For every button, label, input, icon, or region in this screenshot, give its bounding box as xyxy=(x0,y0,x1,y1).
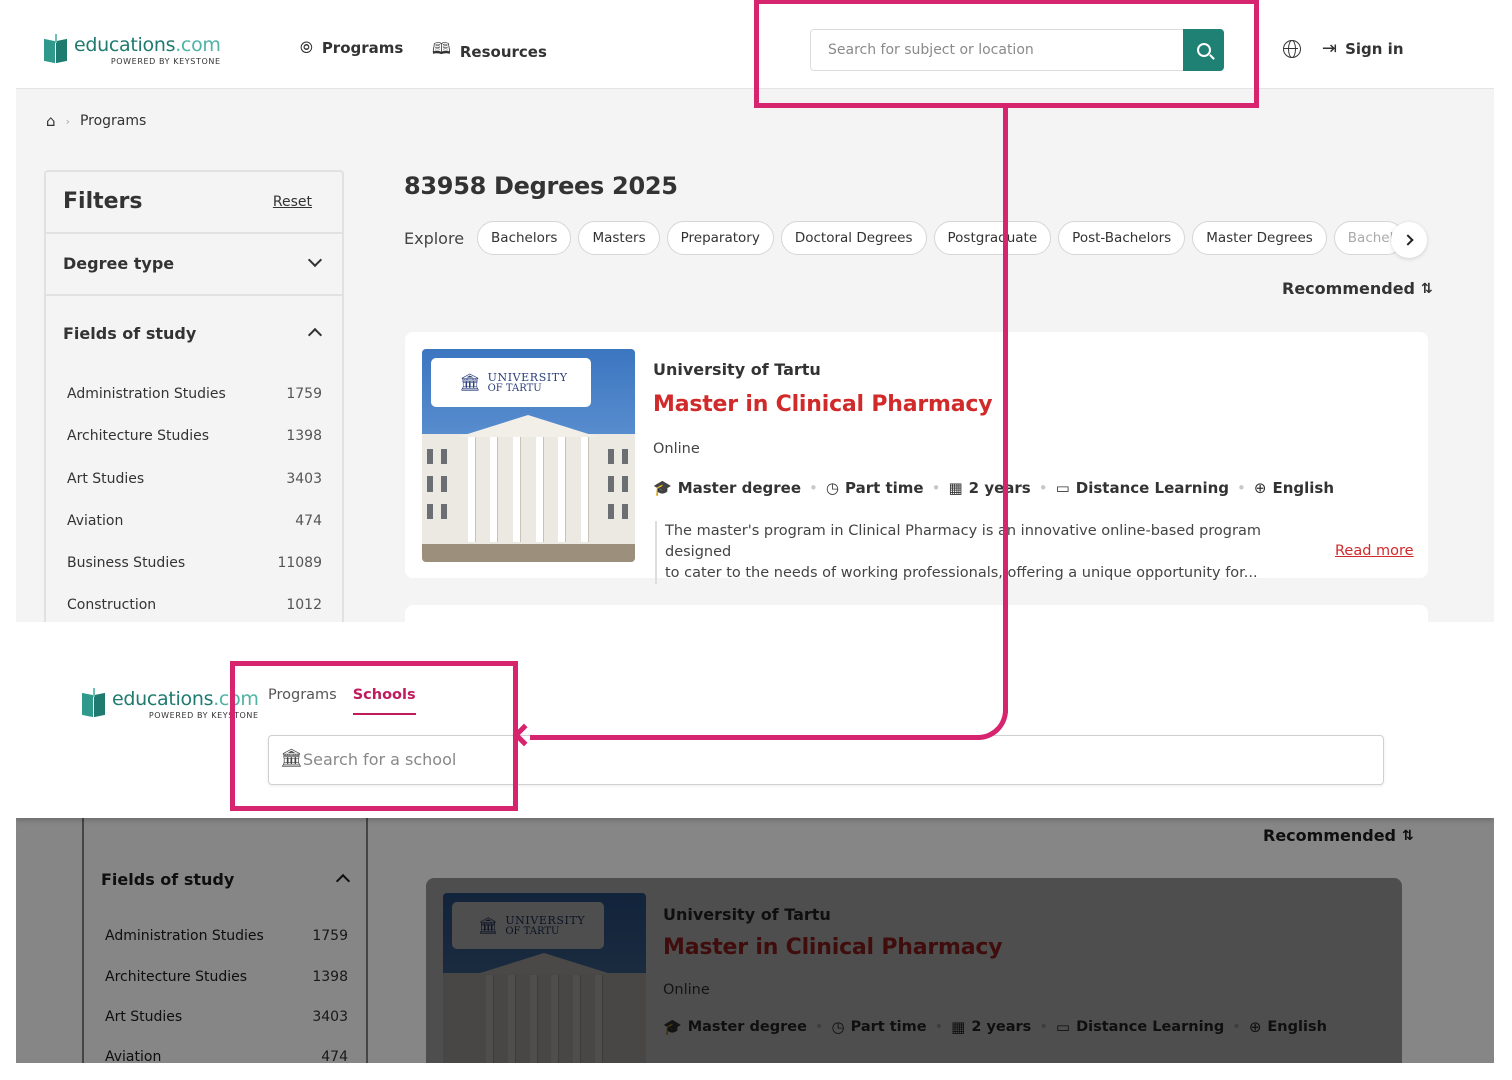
annotation-connector-horizontal xyxy=(530,735,980,740)
graduation-cap-icon: 🎓 xyxy=(653,479,672,497)
breadcrumb-current[interactable]: Programs xyxy=(80,113,146,129)
chip-post-bachelors[interactable]: Post-Bachelors xyxy=(1058,221,1186,255)
field-name: Business Studies xyxy=(67,555,186,571)
program-title[interactable]: Master in Clinical Pharmacy xyxy=(653,392,993,417)
site-logo[interactable]: educations.com POWERED BY KEYSTONE xyxy=(44,34,221,66)
field-item[interactable]: Aviation 474 xyxy=(67,513,322,529)
field-count: 1012 xyxy=(286,597,322,613)
field-item[interactable]: Administration Studies 1759 xyxy=(67,386,322,402)
sort-label: Recommended xyxy=(1282,279,1415,298)
meta-format: Distance Learning xyxy=(1075,479,1230,497)
sign-in-label: Sign in xyxy=(1345,39,1404,58)
page-dim-overlay xyxy=(16,818,1494,1063)
program-card[interactable]: 🏛 UNIVERSITY OF TARTU University of Tart… xyxy=(405,332,1428,584)
field-count: 3403 xyxy=(286,471,322,487)
program-meta: 🎓 Master degree • ◷ Part time • ▦ 2 years •… xyxy=(653,479,1335,497)
program-description: The master's program in Clinical Pharmac… xyxy=(655,521,1315,584)
description-line: to cater to the needs of working profess… xyxy=(665,565,1258,581)
annotation-highlight-school-search xyxy=(230,661,518,811)
field-name: Construction xyxy=(67,597,157,613)
sort-dropdown[interactable]: Recommended ⇅ xyxy=(1282,279,1433,298)
meta-language: English xyxy=(1272,479,1335,497)
filters-title: Filters xyxy=(63,189,143,214)
nav-resources[interactable]: 🕮 Resources xyxy=(432,38,547,65)
fields-of-study-section: Fields of study Administration Studies 17… xyxy=(46,296,342,622)
chip-masters[interactable]: Masters xyxy=(578,221,660,255)
chevron-up-icon[interactable] xyxy=(307,327,323,343)
home-icon[interactable]: ⌂ xyxy=(46,112,56,130)
nav-programs-label: Programs xyxy=(321,39,404,57)
field-name: Art Studies xyxy=(67,471,145,487)
sort-icon: ⇅ xyxy=(1421,280,1433,297)
field-count: 1398 xyxy=(286,428,322,444)
globe-icon[interactable] xyxy=(1283,40,1301,58)
logo-name: educations xyxy=(74,34,176,56)
explore-chips: Explore Bachelors Masters Preparatory Do… xyxy=(404,221,1411,255)
field-count: 474 xyxy=(295,513,322,529)
university-name[interactable]: University of Tartu xyxy=(653,360,821,379)
nav-resources-label: Resources xyxy=(459,42,547,61)
chip-doctoral-degrees[interactable]: Doctoral Degrees xyxy=(780,221,927,255)
field-count: 11089 xyxy=(277,555,322,571)
read-more-link[interactable]: Read more xyxy=(1335,543,1414,559)
nav-programs[interactable]: ⦾ Programs xyxy=(300,38,403,58)
field-item[interactable]: Construction 1012 xyxy=(67,597,322,613)
logo-tld: .com xyxy=(175,34,221,56)
degree-type-label: Degree type xyxy=(63,254,175,273)
devices-icon: ▭ xyxy=(1055,479,1070,497)
university-photo: 🏛 UNIVERSITY OF TARTU xyxy=(422,349,635,562)
field-item[interactable]: Architecture Studies 1398 xyxy=(67,428,322,444)
logo-tagline: POWERED BY KEYSTONE xyxy=(110,57,221,66)
annotation-connector-vertical xyxy=(1003,105,1008,713)
book-logo-icon xyxy=(82,688,106,718)
sign-in-icon: ⇥ xyxy=(1322,38,1338,59)
calendar-icon: ▦ xyxy=(948,479,963,497)
breadcrumb: ⌂ › Programs xyxy=(46,112,146,130)
chip-master-degrees[interactable]: Master Degrees xyxy=(1192,221,1327,255)
meta-degree: Master degree xyxy=(677,479,802,497)
field-item[interactable]: Art Studies 3403 xyxy=(67,471,322,487)
university-building-icon: 🏛 xyxy=(459,372,481,393)
field-name: Aviation xyxy=(67,513,124,529)
logo-line-2: OF TARTU xyxy=(487,382,542,394)
logo-name: educations xyxy=(112,688,214,710)
meta-duration: 2 years xyxy=(968,479,1031,497)
field-name: Architecture Studies xyxy=(67,428,210,444)
filters-reset-link[interactable]: Reset xyxy=(273,194,312,210)
field-count: 1759 xyxy=(286,386,322,402)
program-mode: Online xyxy=(653,441,700,457)
explore-label: Explore xyxy=(404,228,465,248)
chip-preparatory[interactable]: Preparatory xyxy=(666,221,774,255)
chip-postgraduate[interactable]: Postgraduate xyxy=(933,221,1052,255)
chips-next-button[interactable] xyxy=(1391,222,1427,258)
chevron-down-icon xyxy=(307,252,323,268)
program-card-next[interactable] xyxy=(405,605,1428,622)
breadcrumb-separator-icon: › xyxy=(65,114,70,128)
globe-icon: ⊕ xyxy=(1253,479,1267,497)
description-line: The master's program in Clinical Pharmac… xyxy=(665,523,1261,560)
annotation-highlight-header-search xyxy=(754,0,1259,108)
book-logo-icon xyxy=(44,34,68,64)
university-logo: 🏛 UNIVERSITY OF TARTU xyxy=(431,358,591,407)
logo-line-1: UNIVERSITY xyxy=(487,370,568,384)
clock-icon: ◷ xyxy=(825,479,839,497)
chevron-right-icon xyxy=(1401,234,1414,246)
filters-panel: Filters Reset Degree type Fields of stud… xyxy=(44,170,344,622)
chip-bachelors[interactable]: Bachelors xyxy=(477,221,572,255)
open-book-icon: 🕮 xyxy=(432,39,451,58)
degree-type-section[interactable]: Degree type xyxy=(46,234,342,296)
sign-in-link[interactable]: ⇥ Sign in xyxy=(1322,38,1404,59)
compass-icon: ⦾ xyxy=(300,38,313,57)
results-title: 83958 Degrees 2025 xyxy=(404,172,678,200)
meta-pace: Part time xyxy=(844,479,924,497)
field-item[interactable]: Business Studies 11089 xyxy=(67,555,322,571)
field-name: Administration Studies xyxy=(67,386,226,402)
fields-of-study-label[interactable]: Fields of study xyxy=(63,324,196,343)
